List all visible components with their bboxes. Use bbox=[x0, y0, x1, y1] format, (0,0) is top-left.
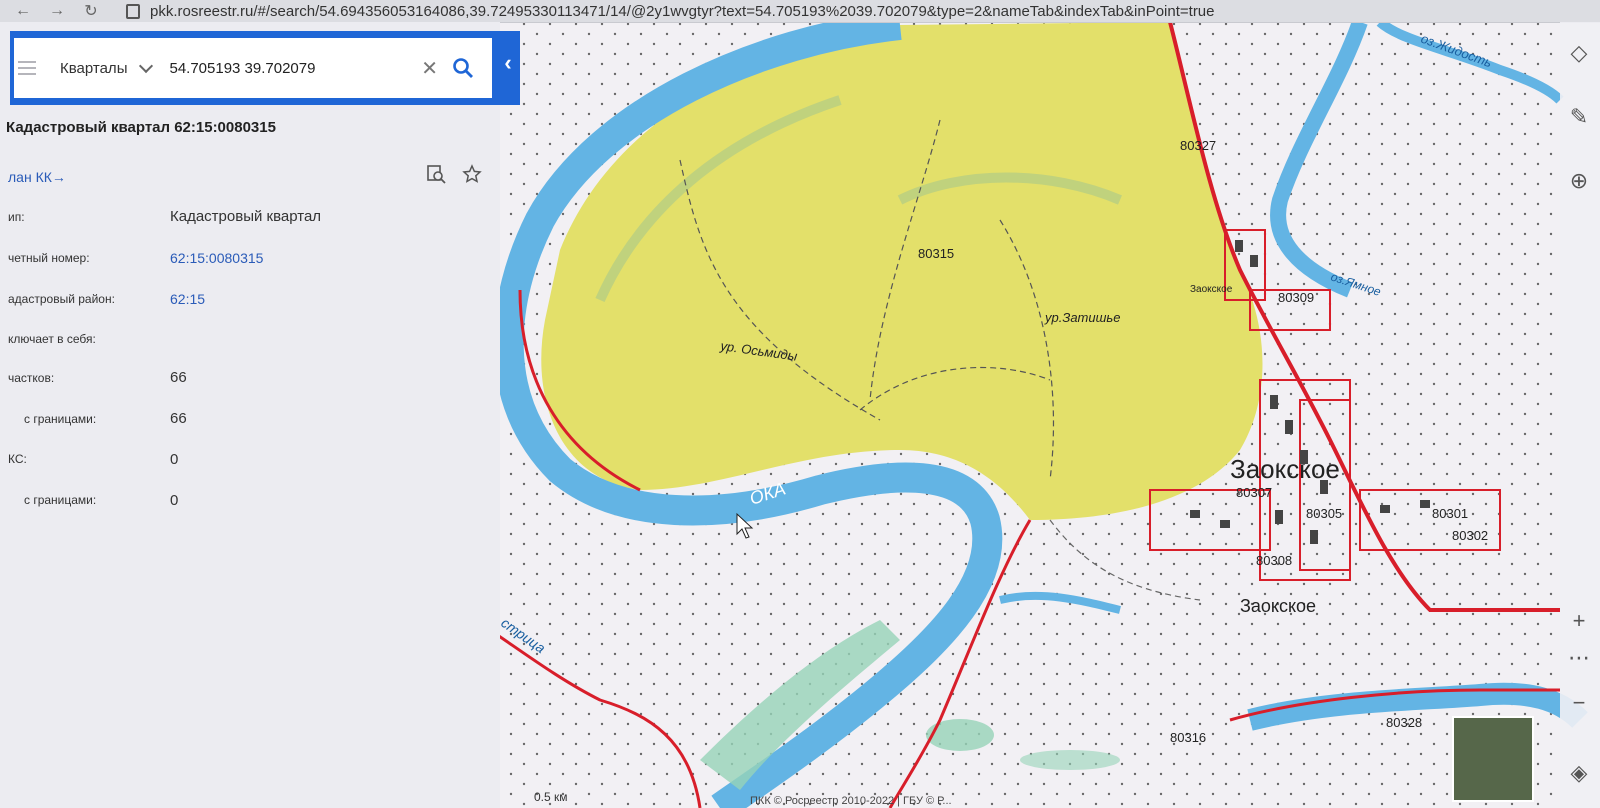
favorite-star-icon[interactable] bbox=[462, 164, 482, 189]
label-zaokskoe-small: Заокское bbox=[1190, 284, 1233, 295]
row-label-parcels: частков: bbox=[8, 371, 55, 385]
row-value-oks: 0 bbox=[170, 451, 179, 468]
compass-icon[interactable]: ◈ bbox=[1566, 760, 1592, 786]
label-ur-zatishye: ур.Затишье bbox=[1044, 310, 1120, 325]
search-box[interactable]: Кварталы 54.705193 39.702079 ✕ bbox=[14, 38, 492, 98]
row-label-includes: ключает в себя: bbox=[8, 332, 96, 346]
map-attribution: ПКК © Росреестр 2010-2022 | ГБУ © Р... bbox=[750, 795, 952, 807]
back-icon[interactable]: ← bbox=[12, 2, 34, 20]
label-80315: 80315 bbox=[918, 246, 954, 261]
zoom-out-icon[interactable]: − bbox=[1566, 690, 1592, 716]
clear-icon[interactable]: ✕ bbox=[421, 56, 438, 81]
label-80316: 80316 bbox=[1170, 730, 1206, 745]
label-80308: 80308 bbox=[1256, 553, 1292, 568]
row-value-parcels: 66 bbox=[170, 369, 187, 386]
row-value-number[interactable]: 62:15:0080315 bbox=[170, 250, 263, 266]
more-icon[interactable]: ⋯ bbox=[1566, 645, 1592, 671]
chevron-down-icon[interactable] bbox=[139, 58, 154, 73]
row-value-parcels-bounded: 66 bbox=[170, 410, 187, 427]
label-80327: 80327 bbox=[1180, 138, 1216, 153]
label-80301: 80301 bbox=[1432, 506, 1468, 521]
label-town-2: Заокское bbox=[1240, 596, 1316, 616]
menu-icon[interactable] bbox=[18, 61, 36, 75]
scale-label: 0.5 км bbox=[534, 790, 568, 804]
row-value-type: Кадастровый квартал bbox=[170, 208, 322, 225]
row-label-oks: КС: bbox=[8, 452, 27, 466]
row-label-district: адастровый район: bbox=[8, 292, 115, 306]
forward-icon[interactable]: → bbox=[46, 2, 68, 20]
label-80328: 80328 bbox=[1386, 715, 1422, 730]
row-value-district[interactable]: 62:15 bbox=[170, 291, 205, 307]
row-label-oks-bounded: с границами: bbox=[24, 493, 97, 507]
label-town: Заокское bbox=[1230, 454, 1340, 484]
row-value-oks-bounded: 0 bbox=[170, 492, 179, 509]
ruler-icon[interactable]: ✎ bbox=[1566, 104, 1592, 130]
browser-address-bar: ← → ↻ pkk.rosreestr.ru/#/search/54.69435… bbox=[0, 0, 1600, 23]
search-input[interactable]: 54.705193 39.702079 bbox=[169, 60, 315, 77]
row-label-type: ип: bbox=[8, 210, 25, 224]
url-field[interactable]: pkk.rosreestr.ru/#/search/54.69435605316… bbox=[150, 3, 1450, 20]
label-80302: 80302 bbox=[1452, 528, 1488, 543]
layers-icon[interactable]: ◇ bbox=[1566, 40, 1592, 66]
label-80307: 80307 bbox=[1236, 485, 1272, 500]
label-80305: 80305 bbox=[1306, 506, 1342, 521]
zoom-to-icon[interactable] bbox=[426, 164, 446, 189]
locate-icon[interactable]: ⊕ bbox=[1566, 168, 1592, 194]
label-80309: 80309 bbox=[1278, 290, 1314, 305]
row-label-number: четный номер: bbox=[8, 251, 90, 265]
zoom-in-icon[interactable]: + bbox=[1566, 608, 1592, 634]
panel-title: Кадастровый квартал 62:15:0080315 bbox=[6, 119, 276, 136]
layer-select[interactable]: Кварталы bbox=[60, 60, 127, 77]
search-icon[interactable] bbox=[452, 57, 474, 79]
collapse-panel-icon[interactable]: ‹ bbox=[500, 50, 516, 80]
plan-link[interactable]: лан КК→ bbox=[8, 169, 66, 185]
reload-icon[interactable]: ↻ bbox=[80, 1, 102, 21]
row-label-parcels-bounded: с границами: bbox=[24, 412, 97, 426]
basemap-thumbnail[interactable] bbox=[1452, 716, 1534, 802]
lock-icon bbox=[126, 3, 140, 19]
